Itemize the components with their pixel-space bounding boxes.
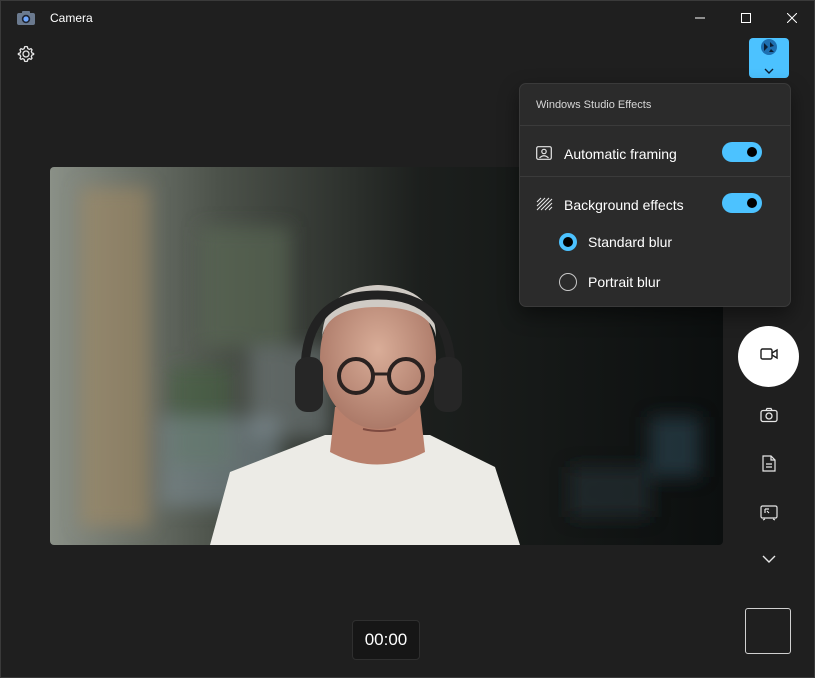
maximize-icon xyxy=(741,13,751,23)
camera-icon xyxy=(760,407,778,428)
automatic-framing-toggle[interactable] xyxy=(722,142,762,162)
more-modes-button[interactable] xyxy=(755,545,783,573)
minimize-icon xyxy=(695,13,705,23)
framing-icon xyxy=(536,146,552,165)
standard-blur-option[interactable]: Standard blur xyxy=(520,227,790,259)
camera-app-icon xyxy=(16,10,36,26)
photo-mode-button[interactable] xyxy=(755,403,783,431)
flyout-divider xyxy=(520,125,790,126)
studio-effects-button[interactable] xyxy=(749,38,789,78)
standard-blur-label: Standard blur xyxy=(588,234,673,250)
document-icon xyxy=(762,455,776,477)
background-effects-row: Background effects xyxy=(520,185,790,225)
toggle-knob xyxy=(747,147,757,157)
title-bar: Camera xyxy=(1,1,814,35)
camera-window: Camera Windows Studio Effects Automatic … xyxy=(0,0,815,678)
chevron-down-icon xyxy=(762,550,776,568)
flyout-title: Windows Studio Effects xyxy=(536,99,652,111)
automatic-framing-row: Automatic framing xyxy=(520,134,790,174)
standard-blur-radio[interactable] xyxy=(559,233,577,251)
background-effects-label: Background effects xyxy=(564,197,684,213)
portrait-blur-radio[interactable] xyxy=(559,273,577,291)
background-effects-icon xyxy=(536,197,553,216)
toggle-knob xyxy=(747,198,757,208)
portrait-blur-option[interactable]: Portrait blur xyxy=(520,267,790,299)
document-mode-button[interactable] xyxy=(755,452,783,480)
settings-button[interactable] xyxy=(15,43,37,65)
close-icon xyxy=(787,13,797,23)
gear-icon xyxy=(15,45,37,69)
chevron-down-icon xyxy=(764,61,774,79)
barcode-mode-button[interactable] xyxy=(755,501,783,529)
record-video-button[interactable] xyxy=(738,326,799,387)
recording-timer: 00:00 xyxy=(352,620,420,660)
video-camera-icon xyxy=(759,347,778,366)
scan-icon xyxy=(760,504,778,526)
automatic-framing-label: Automatic framing xyxy=(564,146,677,162)
portrait-blur-label: Portrait blur xyxy=(588,274,661,290)
last-capture-thumbnail[interactable] xyxy=(745,608,791,654)
minimize-button[interactable] xyxy=(677,1,723,35)
flyout-divider xyxy=(520,176,790,177)
close-button[interactable] xyxy=(769,1,814,35)
studio-effects-icon xyxy=(759,38,779,61)
background-effects-toggle[interactable] xyxy=(722,193,762,213)
window-title: Camera xyxy=(50,11,93,25)
maximize-button[interactable] xyxy=(723,1,769,35)
studio-effects-flyout: Windows Studio Effects Automatic framing xyxy=(519,83,791,307)
